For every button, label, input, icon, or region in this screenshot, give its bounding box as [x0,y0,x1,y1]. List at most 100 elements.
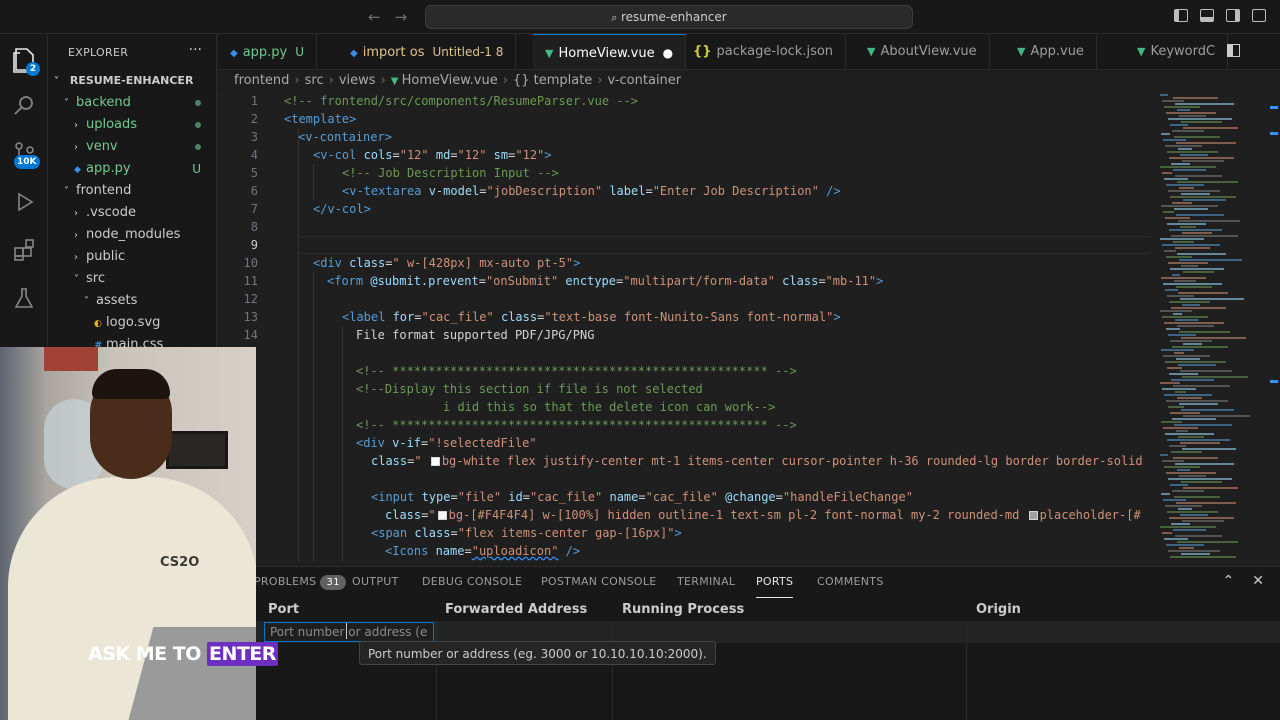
minimap-line [1171,379,1214,381]
minimap[interactable] [1148,92,1280,562]
line-number: 6 [250,184,258,198]
layout-controls [1174,9,1266,22]
breadcrumb-item[interactable]: v-container [608,73,682,88]
line-number: 12 [243,292,258,306]
explorer-icon[interactable]: 2 [8,44,40,76]
minimap-line [1164,106,1200,108]
code-line: <!-- ***********************************… [356,416,797,434]
tree-item[interactable]: › uploads [48,114,217,136]
tree-item[interactable]: › venv [48,136,217,158]
panel-tab-problems[interactable]: PROBLEMS 31 [254,574,346,598]
minimap-line [1174,424,1232,426]
breadcrumb-item[interactable]: src [305,73,324,88]
toggle-sidebar-icon[interactable] [1174,9,1188,22]
run-debug-icon[interactable] [8,186,40,218]
minimap-line [1165,289,1178,291]
panel-tab-debug-console[interactable]: DEBUG CONSOLE [422,574,522,598]
search-icon[interactable] [8,90,40,122]
tree-item[interactable]: ◆ app.py U [48,158,217,180]
code-editor[interactable]: 1 2 3 4 5 6 7 8 9 10 11 12 13 14 <!-- frontend/src/co… [218,92,1148,562]
minimap-line [1174,136,1220,138]
attr-name: for [385,310,415,324]
column-header-forwarded-address[interactable]: Forwarded Address [445,602,587,617]
source-control-icon[interactable]: 10K [8,138,40,170]
minimap-line [1161,349,1194,351]
forward-arrow-icon[interactable]: → [395,8,408,26]
minimap-line [1178,220,1240,222]
minimap-line [1162,172,1172,174]
tab-app-vue[interactable]: ▼ App.vue [1005,34,1097,69]
toggle-secondary-sidebar-icon[interactable] [1226,9,1240,22]
column-header-origin[interactable]: Origin [976,602,1021,617]
tree-item-label: backend [76,95,131,110]
code-line: <input type="file" id="cac_file" name="c… [371,490,913,504]
minimap-line [1163,355,1210,357]
tab-package-lock-json[interactable]: {} package-lock.json [681,34,847,69]
minimap-line [1172,346,1228,348]
minimap-line [1181,265,1198,267]
maximize-panel-icon[interactable]: ⌃ [1223,573,1235,589]
attr-value: "cac_file" [530,490,603,504]
minimap-line [1164,250,1176,252]
panel-tab-terminal[interactable]: TERMINAL [677,574,735,598]
tab-aboutview-vue[interactable]: ▼ AboutView.vue [855,34,990,69]
tree-item[interactable]: ˅ backend [48,92,217,114]
back-arrow-icon[interactable]: ← [368,8,381,26]
tab-import-os[interactable]: ◆ import os Untitled-1 8 [338,34,517,69]
color-swatch-icon [437,511,447,520]
minimap-line [1163,499,1186,501]
minimap-line [1170,340,1212,342]
breadcrumb-item[interactable]: {} template [513,73,592,88]
minimap-line [1170,196,1236,198]
minimap-line [1167,295,1194,297]
split-editor-icon[interactable] [1227,44,1240,57]
workspace-root-label: RESUME-ENHANCER [69,74,194,87]
breadcrumb-item[interactable]: views [339,73,376,88]
tab-keywordc[interactable]: ▼ KeywordC [1125,34,1229,69]
chevron-right-icon: › [597,73,603,88]
minimap-line [1176,430,1188,432]
tree-item[interactable]: ◐ logo.svg [48,312,217,334]
tree-item[interactable]: ˅ assets [48,290,217,312]
extensions-icon[interactable] [8,234,40,266]
json-icon: {} [693,44,712,59]
panel-tab-ports[interactable]: PORTS [756,574,794,598]
column-header-running-process[interactable]: Running Process [622,602,744,617]
comment-text: <!-- ***********************************… [356,418,797,432]
code-line: <!-- frontend/src/components/ResumeParse… [284,92,638,110]
breadcrumb-item[interactable]: HomeView.vue [402,73,498,88]
attr-name: enctype [558,274,616,288]
tree-item[interactable]: › node_modules [48,224,217,246]
workspace-root[interactable]: ˅ RESUME-ENHANCER [48,70,217,92]
column-header-port[interactable]: Port [268,602,299,617]
panel-tab-postman-console[interactable]: POSTMAN CONSOLE [541,574,657,598]
command-center-search[interactable]: ⌕ resume-enhancer [425,5,913,29]
comment-text: <!-- Job Description Input --> [342,166,559,180]
breadcrumb-item[interactable]: frontend [234,73,289,88]
panel-tab-comments[interactable]: COMMENTS [817,574,884,598]
customize-layout-icon[interactable] [1252,9,1266,22]
code-line: class=" bg-white flex justify-center mt-… [371,454,1143,468]
panel-tab-output[interactable]: OUTPUT [352,574,399,598]
tree-item[interactable]: ˅ src [48,268,217,290]
minimap-line [1160,94,1168,96]
more-actions-icon[interactable]: ··· [189,42,202,58]
tree-item[interactable]: ˅ frontend [48,180,217,202]
testing-flask-icon[interactable] [8,282,40,314]
toggle-panel-icon[interactable] [1200,9,1214,22]
minimap-line [1181,193,1210,195]
tab-homeview-vue[interactable]: ▼ HomeView.vue ● [533,34,687,69]
minimap-line [1169,301,1210,303]
minimap-line [1181,553,1210,555]
minimap-line [1182,232,1212,234]
close-panel-icon[interactable]: ✕ [1252,573,1264,589]
tree-item[interactable]: › .vscode [48,202,217,224]
tag-text: <v-col [313,148,357,162]
tab-app-py[interactable]: ◆ app.py U [218,34,318,69]
attr-value: "file" [457,490,502,504]
attr-name: class [385,508,422,522]
minimap-line [1171,523,1190,525]
tree-item[interactable]: › public [48,246,217,268]
git-status-untracked: U [192,162,201,176]
attr-value: "12" [457,148,487,162]
